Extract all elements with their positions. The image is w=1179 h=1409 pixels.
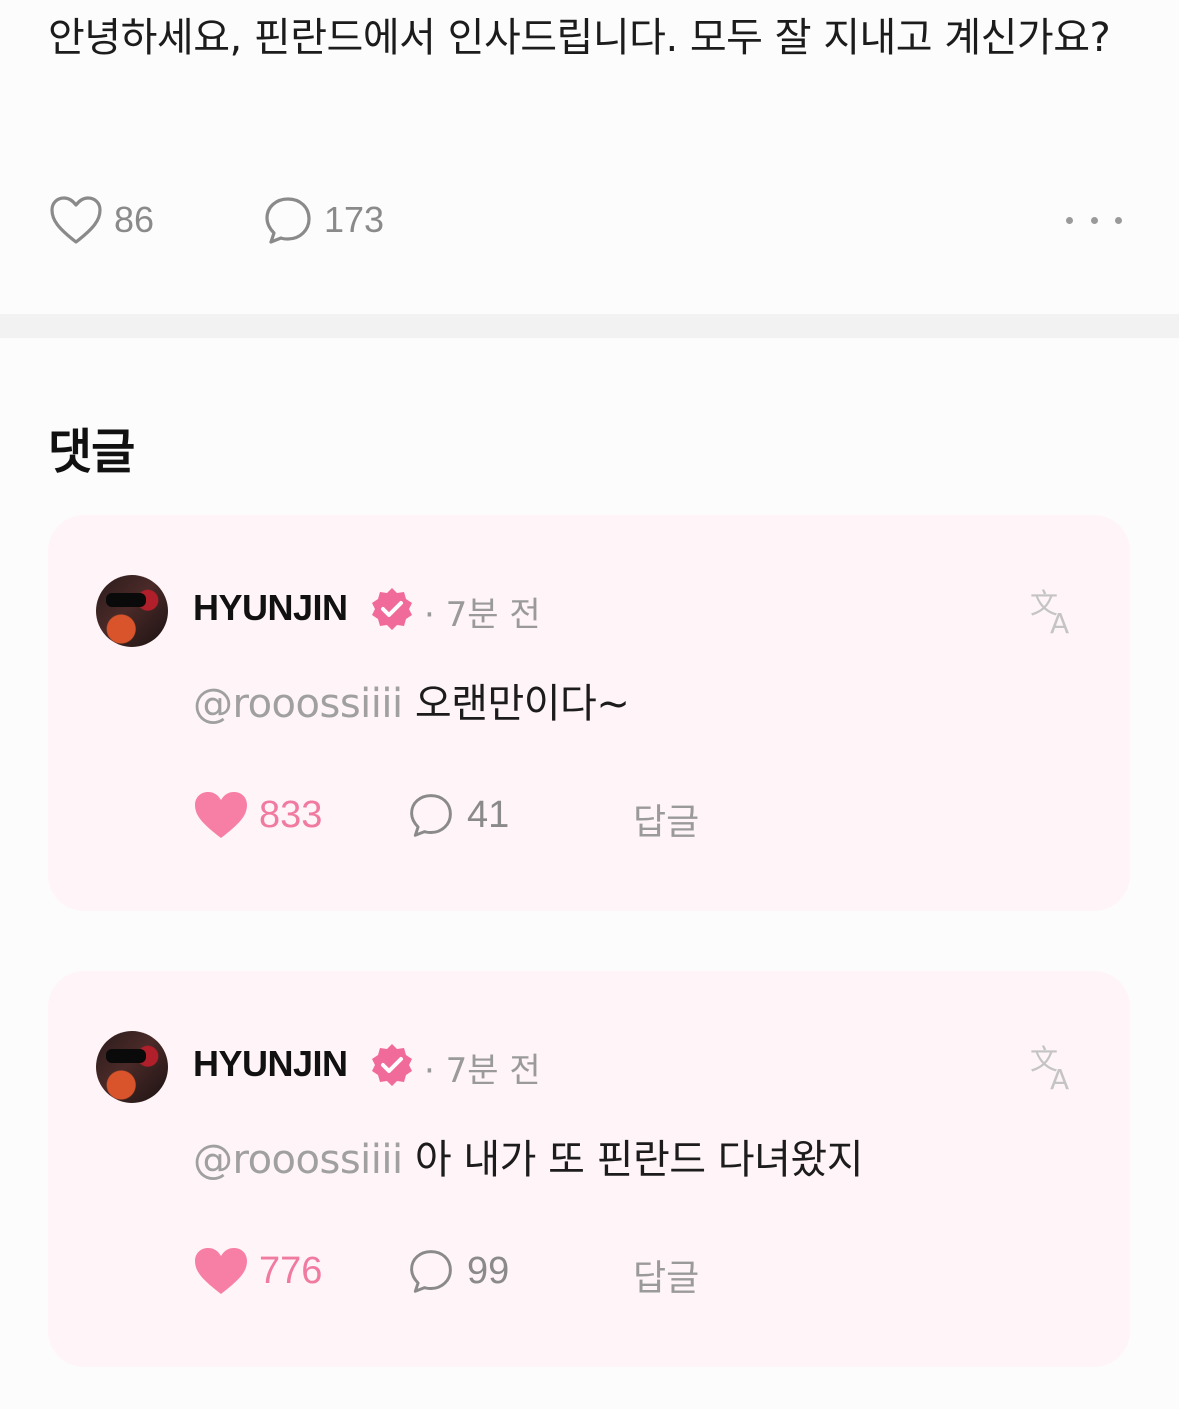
- comment-reply-count: 99: [467, 1249, 510, 1292]
- comment-username[interactable]: HYUNJIN: [193, 587, 348, 629]
- speech-bubble-icon: [265, 197, 311, 244]
- comment-card: HYUNJIN · 7분 전 文 A @rooossiiii 오랜만이다~ 83…: [48, 515, 1130, 911]
- more-dots-icon[interactable]: [1066, 202, 1122, 238]
- comment-like-count: 833: [259, 793, 323, 836]
- verified-badge-icon: [372, 588, 412, 630]
- reply-button[interactable]: 답글: [633, 1249, 699, 1301]
- comment-time: · 7분 전: [424, 595, 541, 635]
- comment-like-count: 776: [259, 1249, 323, 1292]
- comment-body: 아 내가 또 핀란드 다녀왔지: [402, 1137, 864, 1183]
- comment-text: @rooossiiii 오랜만이다~: [193, 671, 630, 729]
- section-divider: [0, 314, 1179, 338]
- comment-actions: 776 99 답글: [193, 1243, 893, 1299]
- comment-card: HYUNJIN · 7분 전 文 A @rooossiiii 아 내가 또 핀란…: [48, 971, 1130, 1367]
- post-comment-count: 173: [324, 199, 385, 240]
- comment-mention[interactable]: @rooossiiii: [193, 1137, 403, 1183]
- avatar[interactable]: [96, 575, 168, 647]
- comment-text: @rooossiiii 아 내가 또 핀란드 다녀왔지: [193, 1127, 864, 1185]
- comment-like-button[interactable]: 776: [193, 1243, 322, 1299]
- post-like-count: 86: [114, 199, 155, 240]
- post-comment-button[interactable]: 173: [262, 188, 384, 252]
- translate-icon[interactable]: 文 A: [1028, 585, 1080, 637]
- post-like-button[interactable]: 86: [48, 188, 154, 252]
- verified-badge-icon: [372, 1044, 412, 1086]
- svg-text:A: A: [1050, 607, 1069, 637]
- svg-text:A: A: [1050, 1063, 1069, 1093]
- comment-username[interactable]: HYUNJIN: [193, 1043, 348, 1085]
- heart-filled-icon: [195, 792, 247, 838]
- comment-actions: 833 41 답글: [193, 787, 893, 843]
- post-actions: 86 173: [48, 188, 1128, 252]
- comment-like-button[interactable]: 833: [193, 787, 322, 843]
- comment-reply-count-button[interactable]: 41: [407, 787, 509, 843]
- comment-body: 오랜만이다~: [402, 681, 630, 727]
- speech-bubble-icon: [410, 1250, 452, 1293]
- comment-reply-count-button[interactable]: 99: [407, 1243, 509, 1299]
- comment-reply-count: 41: [467, 793, 510, 836]
- avatar[interactable]: [96, 1031, 168, 1103]
- translate-icon[interactable]: 文 A: [1028, 1041, 1080, 1093]
- comment-time: · 7분 전: [424, 1051, 541, 1091]
- heart-filled-icon: [195, 1248, 247, 1294]
- post-text: 안녕하세요, 핀란드에서 인사드립니다. 모두 잘 지내고 계신가요?: [48, 15, 1111, 61]
- reply-button[interactable]: 답글: [633, 793, 699, 845]
- comment-mention[interactable]: @rooossiiii: [193, 681, 403, 727]
- heart-outline-icon: [50, 196, 102, 244]
- speech-bubble-icon: [410, 794, 452, 837]
- comments-title: 댓글: [48, 424, 135, 480]
